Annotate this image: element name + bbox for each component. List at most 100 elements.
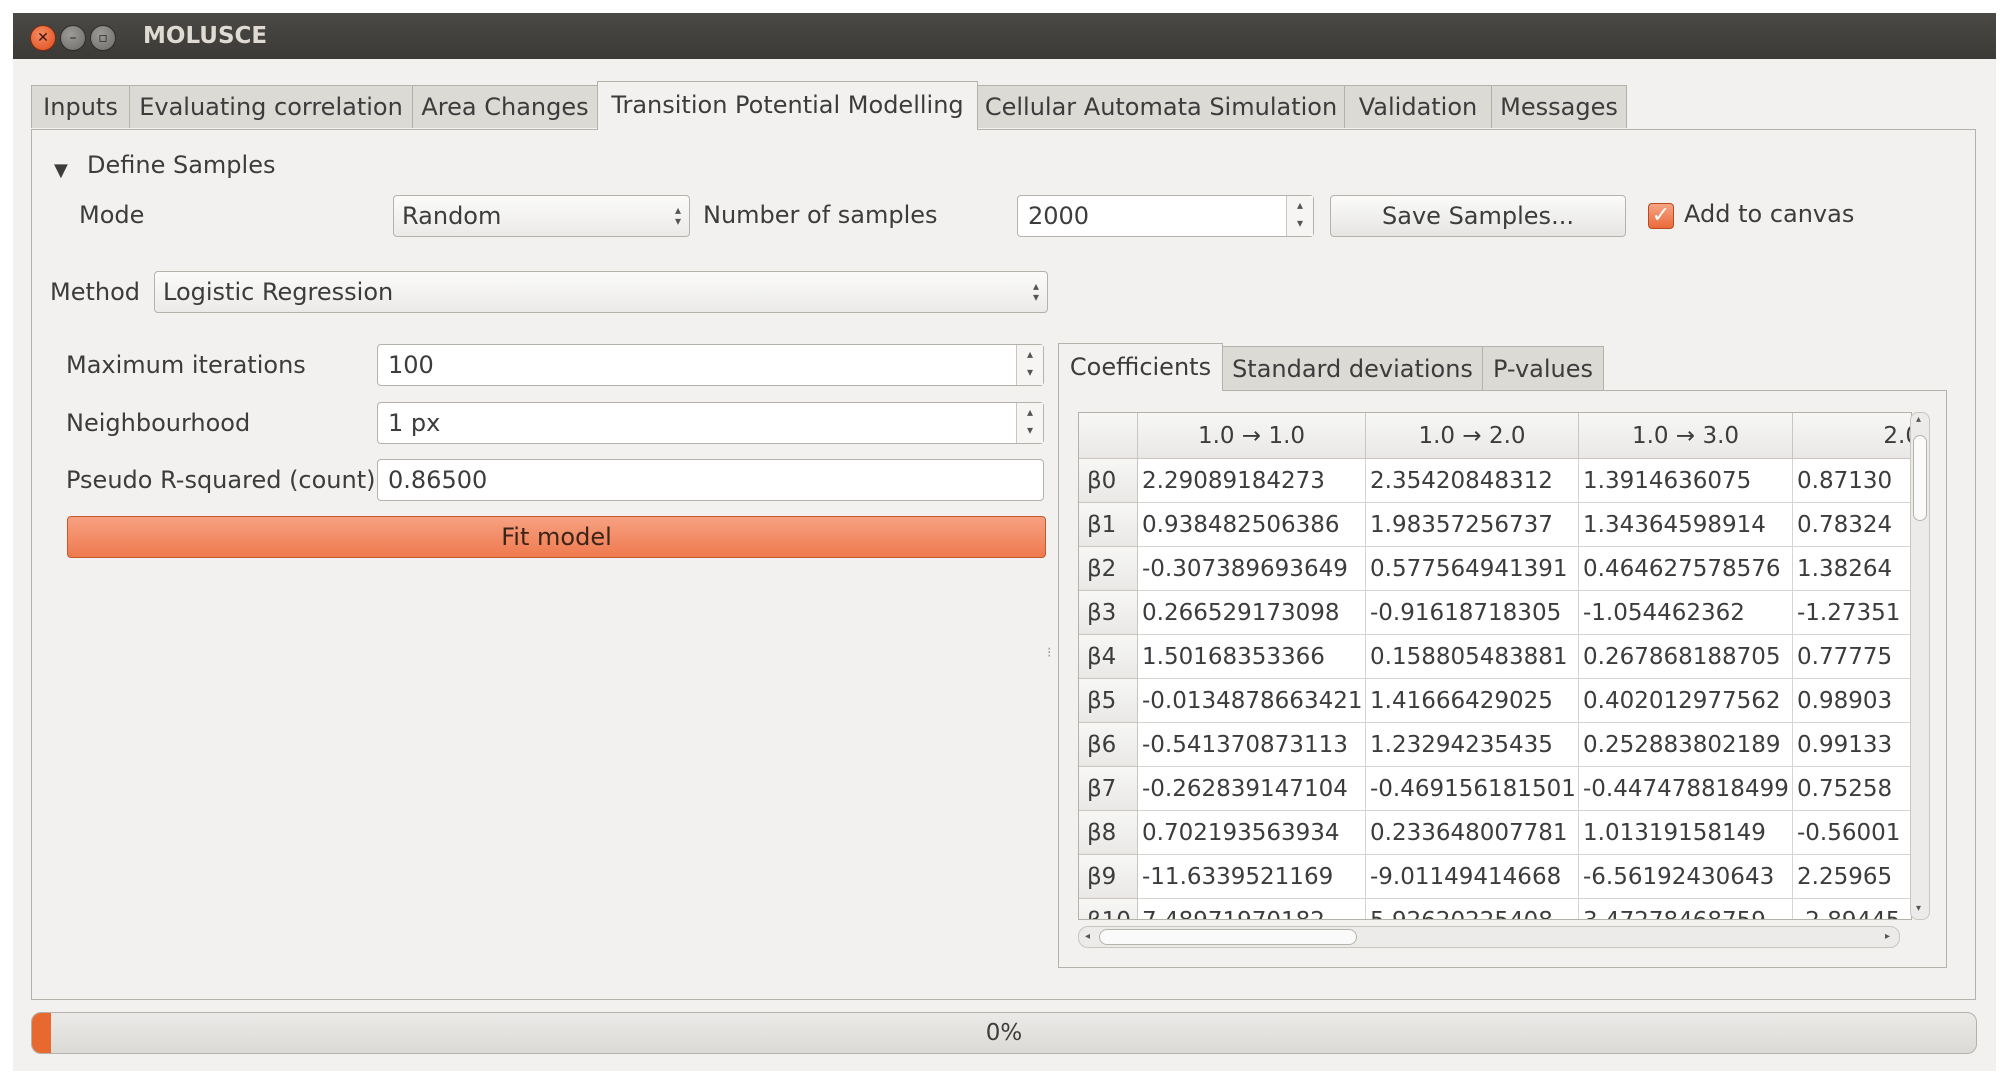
tab-inputs[interactable]: Inputs <box>31 85 130 128</box>
coefficients-table[interactable]: 1.0 → 1.01.0 → 2.01.0 → 3.02.0 β02.290891… <box>1078 412 1912 920</box>
add-to-canvas-label[interactable]: Add to canvas <box>1684 200 1854 228</box>
table-cell[interactable]: -0.0134878663421 <box>1138 679 1366 723</box>
table-cell[interactable]: 0.267868188705 <box>1579 635 1793 679</box>
table-cell[interactable]: 2.35420848312 <box>1366 459 1579 503</box>
table-cell[interactable]: -0.447478818499 <box>1579 767 1793 811</box>
row-header[interactable]: β3 <box>1079 591 1138 635</box>
spin-buttons[interactable]: ▴ ▾ <box>1016 403 1043 443</box>
table-cell[interactable]: 0.702193563934 <box>1138 811 1366 855</box>
neighbourhood-spinbox[interactable]: 1 px ▴ ▾ <box>377 402 1044 444</box>
table-cell[interactable]: -0.307389693649 <box>1138 547 1366 591</box>
tab-standard-deviations[interactable]: Standard deviations <box>1222 346 1483 390</box>
horizontal-scroll-thumb[interactable] <box>1099 929 1357 945</box>
table-cell[interactable]: -0.56001 <box>1793 811 1911 855</box>
table-cell[interactable]: 1.34364598914 <box>1579 503 1793 547</box>
tab-transition-potential-modelling[interactable]: Transition Potential Modelling <box>597 81 978 130</box>
tab-area-changes[interactable]: Area Changes <box>412 85 598 128</box>
table-cell[interactable]: -0.91618718305 <box>1366 591 1579 635</box>
column-header[interactable]: 1.0 → 2.0 <box>1366 413 1579 459</box>
tab-coefficients[interactable]: Coefficients <box>1058 343 1223 391</box>
table-cell[interactable]: 0.938482506386 <box>1138 503 1366 547</box>
tab-validation[interactable]: Validation <box>1344 85 1492 128</box>
table-cell[interactable]: 0.252883802189 <box>1579 723 1793 767</box>
table-corner-header[interactable] <box>1079 413 1138 459</box>
table-cell[interactable]: 1.38264 <box>1793 547 1911 591</box>
table-cell[interactable]: 1.98357256737 <box>1366 503 1579 547</box>
vertical-scrollbar[interactable]: ▴ ▾ <box>1910 412 1930 920</box>
column-header[interactable]: 2.0 <box>1793 413 1911 459</box>
table-cell[interactable]: -1.27351 <box>1793 591 1911 635</box>
table-cell[interactable]: 0.266529173098 <box>1138 591 1366 635</box>
table-cell[interactable]: 0.98903 <box>1793 679 1911 723</box>
table-cell[interactable]: -0.469156181501 <box>1366 767 1579 811</box>
table-cell[interactable]: 0.577564941391 <box>1366 547 1579 591</box>
spin-up-icon[interactable]: ▴ <box>1287 198 1313 212</box>
row-header[interactable]: β2 <box>1079 547 1138 591</box>
define-samples-header[interactable]: Define Samples <box>87 151 275 179</box>
table-cell[interactable]: 0.158805483881 <box>1366 635 1579 679</box>
spin-buttons[interactable]: ▴ ▾ <box>1016 345 1043 385</box>
scroll-up-icon[interactable]: ▴ <box>1916 414 1921 425</box>
row-header[interactable]: β9 <box>1079 855 1138 899</box>
close-window-button[interactable]: ✕ <box>30 25 56 51</box>
row-header[interactable]: β10 <box>1079 899 1138 919</box>
row-header[interactable]: β5 <box>1079 679 1138 723</box>
spin-down-icon[interactable]: ▾ <box>1017 365 1043 379</box>
table-cell[interactable]: 2.29089184273 <box>1138 459 1366 503</box>
table-cell[interactable]: 3.47278468759 <box>1579 899 1793 919</box>
row-header[interactable]: β8 <box>1079 811 1138 855</box>
add-to-canvas-checkbox[interactable]: ✓ <box>1648 203 1674 229</box>
scroll-down-icon[interactable]: ▾ <box>1916 903 1921 914</box>
maximize-window-button[interactable]: ▫ <box>90 25 116 51</box>
collapse-triangle-icon[interactable]: ▼ <box>54 160 68 181</box>
spin-up-icon[interactable]: ▴ <box>1017 405 1043 419</box>
number-of-samples-spinbox[interactable]: 2000 ▴ ▾ <box>1017 195 1314 237</box>
tab-messages[interactable]: Messages <box>1491 85 1627 128</box>
row-header[interactable]: β7 <box>1079 767 1138 811</box>
pseudo-r-squared-field[interactable]: 0.86500 <box>377 459 1044 501</box>
table-cell[interactable]: 0.233648007781 <box>1366 811 1579 855</box>
method-combobox[interactable]: Logistic Regression ▴ ▾ <box>154 271 1048 313</box>
table-cell[interactable]: 5.92620225408 <box>1366 899 1579 919</box>
mode-combobox[interactable]: Random ▴ ▾ <box>393 195 690 237</box>
table-cell[interactable]: -0.262839147104 <box>1138 767 1366 811</box>
max-iterations-spinbox[interactable]: 100 ▴ ▾ <box>377 344 1044 386</box>
table-cell[interactable]: -2.89445 <box>1793 899 1911 919</box>
row-header[interactable]: β1 <box>1079 503 1138 547</box>
table-cell[interactable]: -9.01149414668 <box>1366 855 1579 899</box>
scroll-right-icon[interactable]: ▸ <box>1885 931 1890 942</box>
save-samples-button[interactable]: Save Samples... <box>1330 195 1626 237</box>
table-cell[interactable]: 0.402012977562 <box>1579 679 1793 723</box>
table-cell[interactable]: 0.78324 <box>1793 503 1911 547</box>
table-cell[interactable]: -11.6339521169 <box>1138 855 1366 899</box>
fit-model-button[interactable]: Fit model <box>67 516 1046 558</box>
row-header[interactable]: β0 <box>1079 459 1138 503</box>
horizontal-scrollbar[interactable]: ◂ ▸ <box>1078 926 1900 948</box>
scroll-left-icon[interactable]: ◂ <box>1085 931 1090 942</box>
spin-buttons[interactable]: ▴ ▾ <box>1286 196 1313 236</box>
vertical-scroll-thumb[interactable] <box>1913 435 1927 521</box>
spin-down-icon[interactable]: ▾ <box>1017 423 1043 437</box>
spin-down-icon[interactable]: ▾ <box>1287 216 1313 230</box>
table-cell[interactable]: 1.01319158149 <box>1579 811 1793 855</box>
table-cell[interactable]: -0.541370873113 <box>1138 723 1366 767</box>
row-header[interactable]: β6 <box>1079 723 1138 767</box>
tab-cellular-automata-simulation[interactable]: Cellular Automata Simulation <box>977 85 1345 128</box>
table-cell[interactable]: 1.3914636075 <box>1579 459 1793 503</box>
spin-up-icon[interactable]: ▴ <box>1017 347 1043 361</box>
table-cell[interactable]: 0.99133 <box>1793 723 1911 767</box>
table-cell[interactable]: -1.054462362 <box>1579 591 1793 635</box>
row-header[interactable]: β4 <box>1079 635 1138 679</box>
table-cell[interactable]: 0.77775 <box>1793 635 1911 679</box>
tab-p-values[interactable]: P-values <box>1482 346 1604 390</box>
table-cell[interactable]: 1.23294235435 <box>1366 723 1579 767</box>
table-cell[interactable]: 1.41666429025 <box>1366 679 1579 723</box>
splitter-handle[interactable]: ⁝ <box>1047 645 1051 661</box>
table-cell[interactable]: -6.56192430643 <box>1579 855 1793 899</box>
table-cell[interactable]: 7.48971970182 <box>1138 899 1366 919</box>
column-header[interactable]: 1.0 → 1.0 <box>1138 413 1366 459</box>
table-cell[interactable]: 0.75258 <box>1793 767 1911 811</box>
tab-evaluating-correlation[interactable]: Evaluating correlation <box>129 85 413 128</box>
table-cell[interactable]: 2.25965 <box>1793 855 1911 899</box>
table-cell[interactable]: 0.464627578576 <box>1579 547 1793 591</box>
